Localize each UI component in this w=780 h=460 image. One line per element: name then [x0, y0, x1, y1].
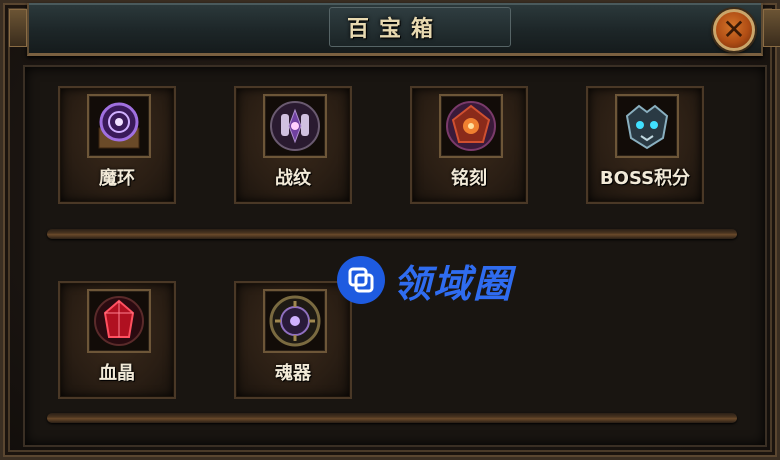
battle-pattern-icon	[263, 94, 327, 158]
item-label: 铭刻	[451, 168, 487, 189]
row-divider-1	[47, 229, 737, 239]
close-button[interactable]: ✕	[713, 9, 755, 51]
watermark: 领域圈	[337, 255, 514, 306]
item-blood-crystal[interactable]: 血晶	[58, 281, 176, 399]
magic-ring-icon	[87, 94, 151, 158]
item-label: 魔环	[99, 168, 135, 189]
item-battle-pattern[interactable]: 战纹	[234, 86, 352, 204]
item-label: 战纹	[275, 168, 311, 189]
inscription-icon	[439, 94, 503, 158]
watermark-logo	[337, 256, 385, 304]
row-divider-2	[47, 413, 737, 423]
window-title: 百宝箱	[346, 17, 443, 42]
item-inscription[interactable]: 铭刻	[410, 86, 528, 204]
item-boss-points[interactable]: BOSS积分	[586, 86, 704, 204]
treasure-box-window: 百宝箱 ✕ 魔环 战纹 铭刻 BOSS积分 血晶 魂器 领域圈	[0, 0, 780, 460]
item-label: 魂器	[275, 363, 311, 384]
item-label: 血晶	[99, 363, 135, 384]
close-icon: ✕	[722, 13, 746, 46]
boss-points-icon	[615, 94, 679, 158]
item-soul-vessel[interactable]: 魂器	[234, 281, 352, 399]
title-bar: 百宝箱	[9, 3, 780, 56]
watermark-text: 领域圈	[393, 261, 514, 306]
item-label: BOSS积分	[599, 168, 691, 189]
blood-crystal-icon	[87, 289, 151, 353]
item-magic-ring[interactable]: 魔环	[58, 86, 176, 204]
soul-vessel-icon	[263, 289, 327, 353]
